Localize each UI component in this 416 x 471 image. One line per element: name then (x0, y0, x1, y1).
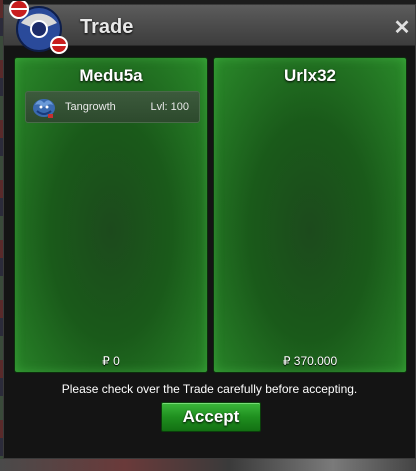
pokemon-name: Tangrowth (65, 101, 116, 113)
accept-button[interactable]: Accept (161, 402, 261, 432)
trade-panel-left: Medu5a Tangrowth Lvl: 100 ₽ 0 (14, 57, 208, 373)
trade-window: Trade ✕ Medu5a Tangrowth Lvl: 100 ₽ 0 Ur… (3, 1, 416, 459)
money-offer-right: ₽ 370.000 (282, 354, 338, 368)
window-title: Trade (80, 16, 134, 38)
close-icon[interactable]: ✕ (393, 18, 411, 38)
player-name-left: Medu5a (79, 66, 143, 85)
player-name-right: Urlx32 (284, 66, 336, 85)
trade-panel-right: Urlx32 ₽ 370.000 (213, 57, 407, 373)
tangrowth-sprite-icon (33, 99, 55, 118)
trade-pokemon-slot[interactable]: Tangrowth Lvl: 100 (25, 91, 200, 123)
pokemon-level: Lvl: 100 (150, 101, 189, 113)
pokeball-logo-icon (9, 1, 68, 54)
money-offer-left: ₽ 0 (102, 354, 120, 368)
trade-notice: Please check over the Trade carefully be… (61, 382, 358, 396)
title-bar[interactable]: Trade ✕ (4, 1, 415, 54)
game-background-bottom (0, 459, 416, 471)
